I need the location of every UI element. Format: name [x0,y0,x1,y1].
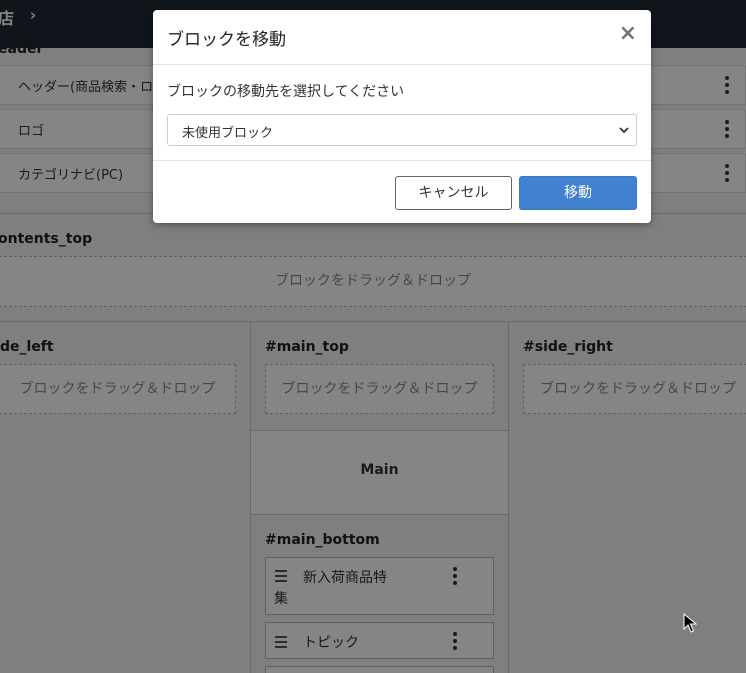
close-icon[interactable]: × [619,23,637,45]
move-button[interactable]: 移動 [519,176,637,210]
dialog-title: ブロックを移動 [167,30,286,50]
destination-select-value: 未使用ブロック [182,126,274,141]
cancel-button[interactable]: キャンセル [395,176,512,210]
dialog-header: ブロックを移動 × [153,10,651,65]
dialog-body: ブロックの移動先を選択してください 未使用ブロック [153,65,651,161]
destination-select[interactable]: 未使用ブロック [167,114,637,146]
move-block-dialog: ブロックを移動 × ブロックの移動先を選択してください 未使用ブロック キャンセ… [153,10,651,223]
chevron-down-icon [619,127,629,134]
mouse-cursor-icon [683,613,697,633]
dialog-message: ブロックの移動先を選択してください [167,84,405,100]
